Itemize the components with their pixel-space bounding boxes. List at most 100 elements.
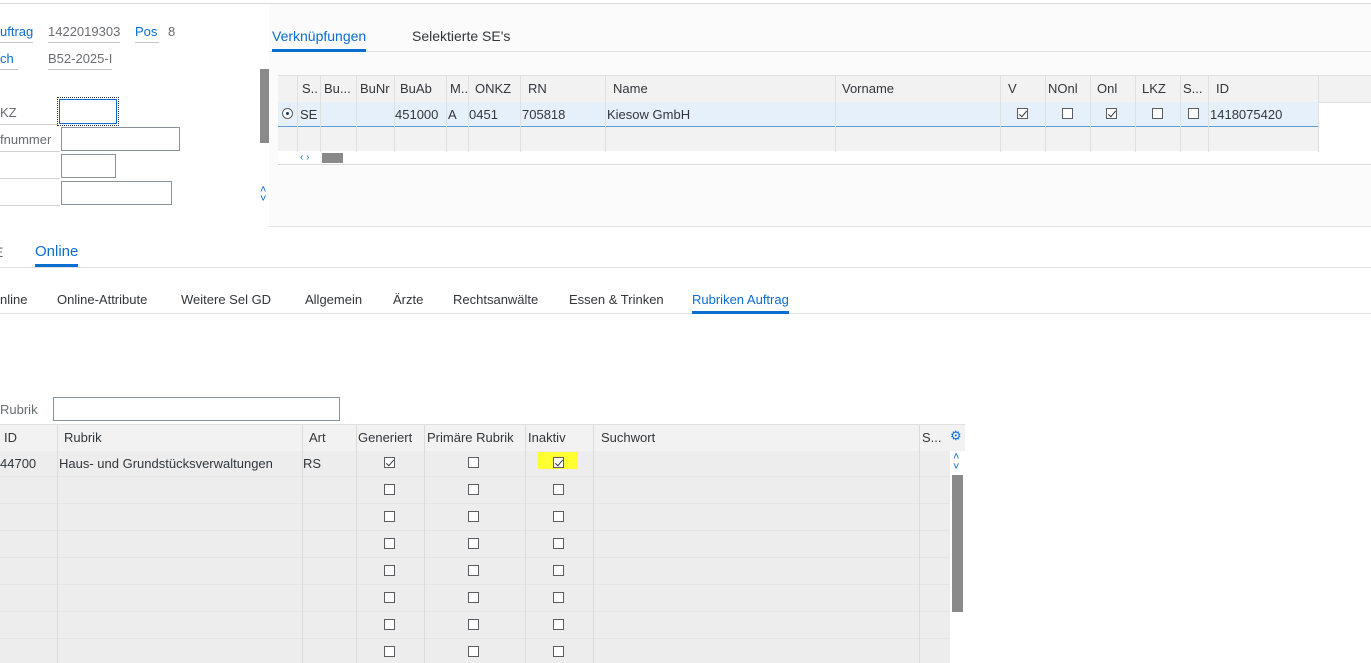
col-header-primaere-rubrik[interactable]: Primäre Rubrik <box>427 430 514 445</box>
col-sep <box>593 425 594 663</box>
col-header-bunr[interactable]: BuNr <box>360 81 390 96</box>
kz-field[interactable] <box>57 97 119 126</box>
col-header-onl[interactable]: Onl <box>1097 81 1117 96</box>
col-header-generiert[interactable]: Generiert <box>358 430 412 445</box>
row-line <box>0 503 950 504</box>
row-radio-button[interactable] <box>282 108 293 119</box>
col-header-suchwort[interactable]: Suchwort <box>601 430 655 445</box>
tab-online[interactable]: Online <box>35 243 79 267</box>
col-header-s[interactable]: S... <box>922 430 942 445</box>
col-header-vorname[interactable]: Vorname <box>842 81 894 96</box>
col-header-lkz[interactable]: LKZ <box>1142 81 1166 96</box>
field3-underline <box>0 178 60 179</box>
checkbox-generiert[interactable] <box>384 565 395 576</box>
buch-label[interactable]: ch <box>0 51 18 70</box>
upper-table-hscroll-thumb[interactable] <box>322 153 343 163</box>
col-header-inaktiv[interactable]: Inaktiv <box>528 430 566 445</box>
checkbox-inaktiv[interactable] <box>553 484 564 495</box>
tab-rechtsanwaelte[interactable]: Rechtsanwälte <box>453 292 538 307</box>
checkbox-onl[interactable] <box>1106 108 1117 119</box>
checkbox-generiert[interactable] <box>384 484 395 495</box>
checkbox-inaktiv[interactable] <box>553 592 564 603</box>
col-header-bu[interactable]: Bu... <box>324 81 351 96</box>
checkbox-lkz[interactable] <box>1152 108 1163 119</box>
col-header-rubrik[interactable]: Rubrik <box>64 430 102 445</box>
checkbox-s[interactable] <box>1188 108 1199 119</box>
checkbox-inaktiv[interactable] <box>553 511 564 522</box>
checkbox-generiert[interactable] <box>384 511 395 522</box>
tab-aerzte[interactable]: Ärzte <box>393 292 423 307</box>
col-header-buab[interactable]: BuAb <box>400 81 432 96</box>
col-sep <box>1135 76 1136 152</box>
checkbox-generiert[interactable] <box>384 619 395 630</box>
col-header-id[interactable]: ID <box>4 430 17 445</box>
upper-table-scroll-arrows[interactable]: ‹ › <box>300 152 309 163</box>
col-header-art[interactable]: Art <box>309 430 326 445</box>
checkbox-primaere-rubrik[interactable] <box>468 646 479 657</box>
row-line <box>0 611 950 612</box>
checkbox-primaere-rubrik[interactable] <box>468 538 479 549</box>
checkbox-primaere-rubrik[interactable] <box>468 592 479 603</box>
col-header-s2[interactable]: S... <box>1183 81 1203 96</box>
tab-weitere-sel-gd[interactable]: Weitere Sel GD <box>181 292 271 307</box>
tab-verknuepfungen[interactable]: Verknüpfungen <box>272 28 367 52</box>
fnummer-field[interactable] <box>61 127 180 151</box>
col-sep <box>919 425 920 663</box>
checkbox-generiert[interactable] <box>384 646 395 657</box>
checkbox-generiert[interactable] <box>384 457 395 468</box>
sub-tabbar-line <box>0 313 1371 314</box>
col-sep <box>356 425 357 663</box>
checkbox-primaere-rubrik[interactable] <box>468 511 479 522</box>
field4-input[interactable] <box>61 181 172 205</box>
checkbox-inaktiv[interactable] <box>553 646 564 657</box>
checkbox-primaere-rubrik[interactable] <box>468 484 479 495</box>
pos-label[interactable]: Pos <box>135 24 160 43</box>
tab-online-attribute[interactable]: Online-Attribute <box>57 292 147 307</box>
col-sep <box>520 76 521 152</box>
col-header-nonl[interactable]: NOnl <box>1048 81 1078 96</box>
cell-s: SE <box>300 107 318 122</box>
checkbox-generiert[interactable] <box>384 592 395 603</box>
tab-rubriken-auftrag[interactable]: Rubriken Auftrag <box>692 292 789 314</box>
checkbox-nonl[interactable] <box>1062 108 1073 119</box>
col-header-rn[interactable]: RN <box>528 81 547 96</box>
checkbox-inaktiv[interactable] <box>553 457 564 468</box>
checkbox-primaere-rubrik[interactable] <box>468 619 479 630</box>
auftrag-label[interactable]: uftrag <box>0 24 34 43</box>
rubrik-filter-label: Rubrik <box>0 402 38 417</box>
kz-label: KZ <box>0 105 17 120</box>
pos-value: 8 <box>168 24 176 39</box>
checkbox-generiert[interactable] <box>384 538 395 549</box>
field3-input[interactable] <box>61 154 116 178</box>
checkbox-inaktiv[interactable] <box>553 565 564 576</box>
checkbox-primaere-rubrik[interactable] <box>468 457 479 468</box>
checkbox-v[interactable] <box>1017 108 1028 119</box>
tab-nline[interactable]: nline <box>0 292 27 307</box>
upper-table-footer <box>278 151 1371 163</box>
col-header-id[interactable]: ID <box>1216 81 1229 96</box>
col-sep <box>1318 76 1319 152</box>
auftrag-value: 1422019303 <box>48 24 121 43</box>
col-header-m[interactable]: M.. <box>450 81 468 96</box>
fnummer-underline <box>0 151 60 152</box>
tab-allgemein[interactable]: Allgemein <box>305 292 362 307</box>
left-panel-scroll-arrows[interactable]: ˄ ˅ <box>260 185 266 205</box>
fnummer-label: fnummer <box>0 132 52 147</box>
tab-e[interactable]: E <box>0 244 3 260</box>
rubrik-filter-input[interactable] <box>53 397 340 421</box>
col-sep <box>525 425 526 663</box>
checkbox-inaktiv[interactable] <box>553 538 564 549</box>
lower-table-scrollbar-thumb[interactable] <box>952 475 963 612</box>
tab-selektierte-ses[interactable]: Selektierte SE's <box>412 28 510 44</box>
col-header-onkz[interactable]: ONKZ <box>475 81 511 96</box>
col-header-v[interactable]: V <box>1008 81 1017 96</box>
col-header-s[interactable]: S.. <box>302 81 318 96</box>
tab-essen-trinken[interactable]: Essen & Trinken <box>569 292 664 307</box>
lower-table-scroll-arrows[interactable]: ˄ ˅ <box>953 452 959 473</box>
checkbox-inaktiv[interactable] <box>553 619 564 630</box>
gear-icon[interactable]: ⚙ <box>950 428 962 444</box>
checkbox-primaere-rubrik[interactable] <box>468 565 479 576</box>
row-line <box>0 476 950 477</box>
cell-name: Kiesow GmbH <box>607 107 691 122</box>
col-header-name[interactable]: Name <box>613 81 648 96</box>
